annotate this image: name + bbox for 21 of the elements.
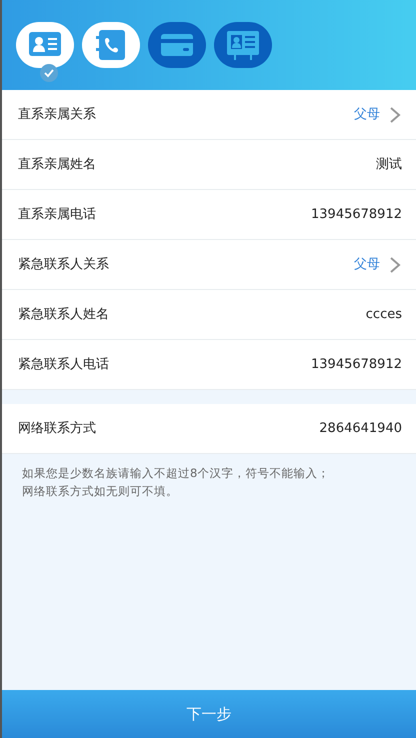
form-row[interactable]: 直系亲属关系 父母 <box>2 90 416 140</box>
hint-text: 如果您是少数名族请输入不超过8个汉字，符号不能输入； <box>22 465 330 482</box>
hint-text: 网络联系方式如无则可不填。 <box>22 483 179 500</box>
field-value: 父母 <box>354 106 380 124</box>
field-value: 13945678912 <box>311 356 402 374</box>
field-value: 测试 <box>376 156 402 174</box>
field-value: 13945678912 <box>311 206 402 224</box>
field-value: 父母 <box>354 256 380 274</box>
chevron-right-icon <box>388 256 402 274</box>
id-card-icon <box>225 28 261 62</box>
field-label: 直系亲属姓名 <box>18 156 96 174</box>
field-label: 网络联系方式 <box>18 420 96 438</box>
chevron-right-icon <box>388 106 402 124</box>
form-row[interactable]: 紧急联系人关系 父母 <box>2 240 416 290</box>
field-value: 2864641940 <box>319 420 402 438</box>
field-label: 紧急联系人姓名 <box>18 306 109 324</box>
field-label: 紧急联系人电话 <box>18 356 109 374</box>
field-label: 直系亲属电话 <box>18 206 96 224</box>
field-label: 紧急联系人关系 <box>18 256 109 274</box>
field-label: 直系亲属关系 <box>18 106 96 124</box>
field-value: ccces <box>366 306 402 324</box>
